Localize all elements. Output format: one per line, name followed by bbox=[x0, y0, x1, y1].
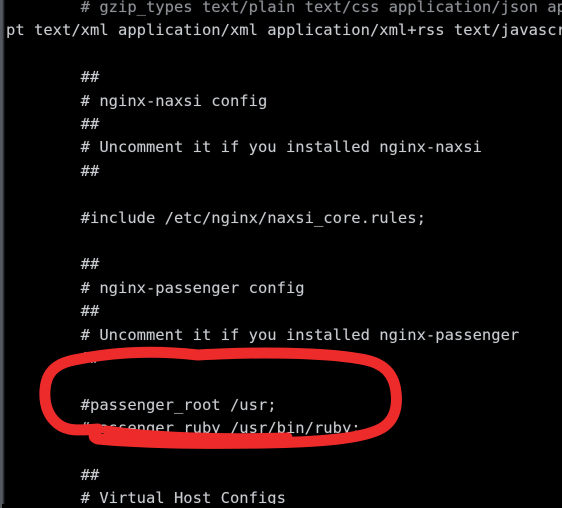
code-line: #include /etc/nginx/naxsi_core.rules; bbox=[6, 208, 426, 227]
terminal-window[interactable]: # gzip_types text/plain text/css applica… bbox=[0, 0, 562, 508]
code-line: # Uncomment it if you installed nginx-pa… bbox=[6, 325, 520, 344]
code-line: ## bbox=[6, 349, 100, 367]
code-line: # nginx-passenger config bbox=[6, 278, 305, 297]
code-line: # Uncomment it if you installed nginx-na… bbox=[6, 138, 482, 157]
code-line: ## bbox=[6, 115, 100, 133]
code-line: pt text/xml application/xml application/… bbox=[6, 21, 562, 40]
code-line: ## bbox=[6, 255, 100, 274]
editor-text-area[interactable]: # gzip_types text/plain text/css applica… bbox=[2, 0, 562, 508]
code-line: # gzip_types text/plain text/css applica… bbox=[80, 0, 562, 16]
code-line: #passenger_ruby /usr/bin/ruby; bbox=[6, 419, 361, 438]
code-line: # nginx-naxsi config bbox=[6, 91, 268, 110]
code-line: #passenger_root /usr; bbox=[6, 395, 277, 414]
code-line: ## bbox=[6, 302, 100, 321]
code-line: ## bbox=[6, 161, 100, 180]
code-line: ## bbox=[6, 466, 100, 484]
code-line: ## bbox=[6, 68, 100, 87]
window-bottom-edge bbox=[2, 504, 562, 508]
